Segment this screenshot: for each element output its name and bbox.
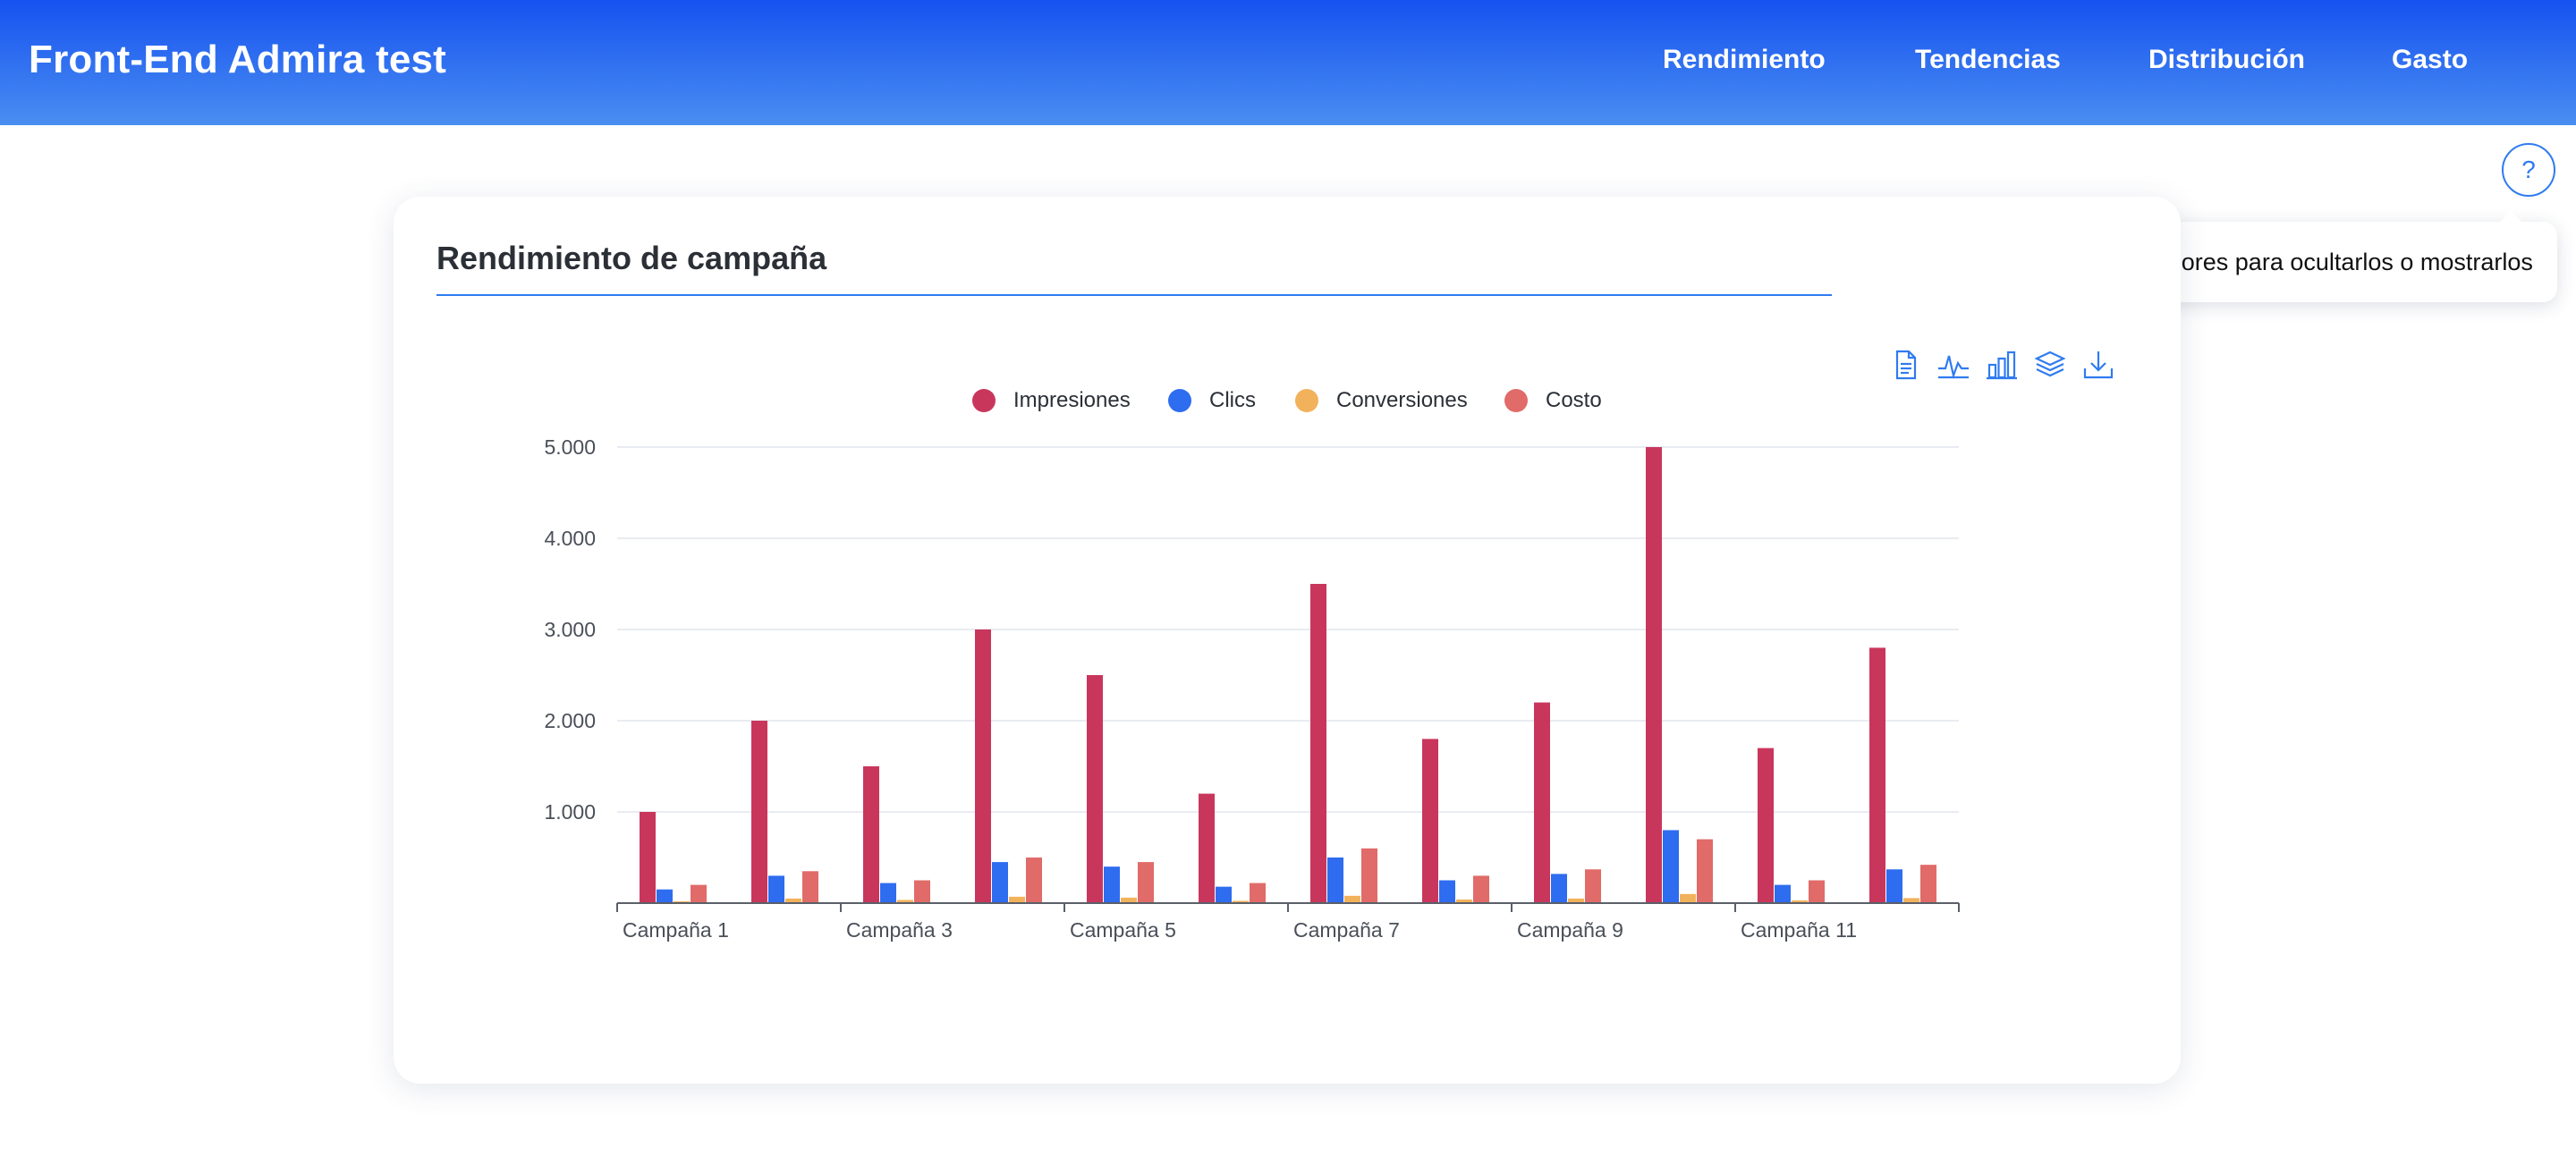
y-tick-label: 2.000	[544, 709, 596, 732]
y-tick-label: 4.000	[544, 527, 596, 550]
bar-clics-2	[768, 875, 784, 903]
campaign-performance-card: Rendimiento de campaña Impresiones Clics…	[394, 197, 2181, 1084]
bar-costo-1	[691, 884, 707, 903]
bar-costo-11	[1809, 880, 1825, 903]
bar-costo-4	[1026, 858, 1042, 903]
bar-costo-6	[1250, 883, 1266, 903]
bar-clics-7	[1327, 858, 1343, 903]
bar-costo-12	[1920, 865, 1936, 903]
bar-costo-5	[1138, 862, 1154, 903]
bar-costo-7	[1361, 848, 1377, 903]
bar-impresiones-8	[1422, 739, 1438, 903]
bar-clics-11	[1775, 884, 1791, 903]
bar-impresiones-6	[1199, 793, 1215, 903]
x-tick-label: Campaña 3	[846, 918, 953, 942]
x-tick-label: Campaña 1	[623, 918, 729, 942]
bar-costo-9	[1585, 869, 1601, 903]
bar-impresiones-3	[863, 766, 879, 903]
bar-conversiones-4	[1009, 896, 1025, 903]
bar-impresiones-12	[1869, 647, 1885, 903]
x-tick-label: Campaña 7	[1293, 918, 1400, 942]
main-nav: Rendimiento Tendencias Distribución Gast…	[0, 45, 2576, 80]
nav-item-rendimiento[interactable]: Rendimiento	[1663, 45, 1826, 75]
bar-impresiones-9	[1534, 702, 1550, 903]
app-header: Front-End Admira test Rendimiento Tenden…	[0, 0, 2576, 125]
bar-clics-12	[1886, 869, 1902, 903]
bar-conversiones-10	[1680, 893, 1696, 903]
bar-impresiones-4	[975, 629, 991, 903]
bar-impresiones-2	[751, 721, 767, 903]
bar-clics-10	[1663, 830, 1679, 903]
bar-clics-5	[1104, 866, 1120, 903]
bar-chart: 1.000 2.000 3.000 4.000 5.000 Campaña 1 Campañ…	[544, 435, 1960, 942]
bar-clics-9	[1551, 874, 1567, 903]
nav-item-tendencias[interactable]: Tendencias	[1915, 45, 2061, 75]
x-tick-label: Campaña 9	[1517, 918, 1623, 942]
bar-impresiones-1	[640, 812, 656, 903]
y-tick-label: 5.000	[544, 435, 596, 459]
x-tick-label: Campaña 11	[1741, 918, 1857, 942]
bar-impresiones-11	[1758, 748, 1774, 903]
bar-clics-8	[1439, 880, 1455, 903]
bar-clics-3	[880, 883, 896, 903]
bar-impresiones-5	[1087, 675, 1103, 903]
help-button[interactable]: ?	[2502, 143, 2555, 197]
bar-impresiones-7	[1310, 584, 1326, 903]
bar-costo-2	[802, 871, 818, 903]
bar-conversiones-7	[1344, 895, 1360, 903]
bar-costo-3	[914, 880, 930, 903]
bar-clics-4	[992, 862, 1008, 903]
bar-clics-6	[1216, 886, 1232, 903]
bar-impresiones-10	[1646, 447, 1662, 903]
x-tick-label: Campaña 5	[1070, 918, 1176, 942]
bar-clics-1	[657, 889, 673, 903]
y-tick-label: 3.000	[544, 618, 596, 641]
bar-costo-10	[1697, 839, 1713, 903]
bar-costo-8	[1473, 875, 1489, 903]
y-tick-label: 1.000	[544, 800, 596, 824]
nav-item-distribucion[interactable]: Distribución	[2148, 45, 2305, 75]
nav-item-gasto[interactable]: Gasto	[2392, 45, 2468, 75]
